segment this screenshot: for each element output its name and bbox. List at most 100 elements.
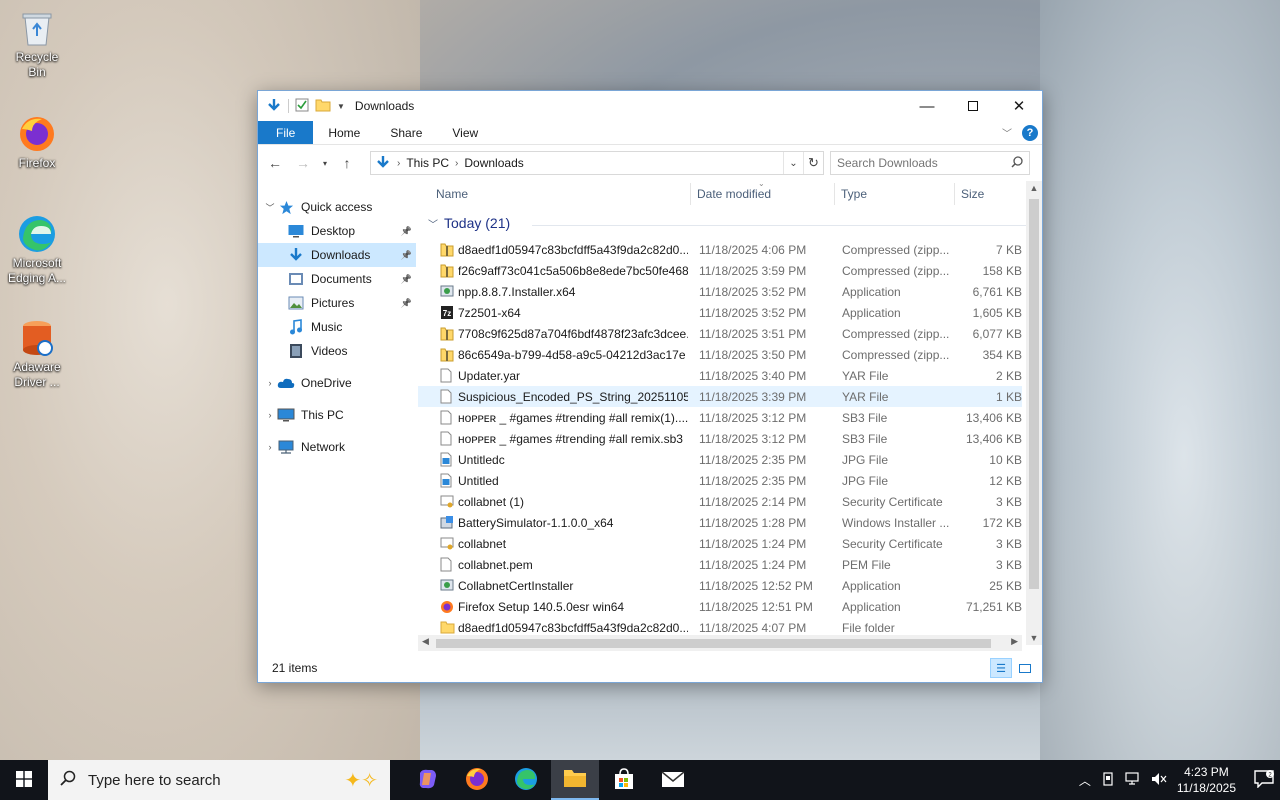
scroll-down-chevron-icon[interactable]: ▼: [1026, 633, 1042, 643]
tab-file[interactable]: File: [258, 121, 314, 144]
file-row[interactable]: Suspicious_Encoded_PS_String_20251105...…: [418, 386, 1022, 407]
show-hidden-icons-chevron-icon[interactable]: ︿: [1079, 772, 1091, 789]
refresh-icon[interactable]: ↻: [803, 152, 823, 174]
minimize-button[interactable]: —: [904, 91, 950, 121]
tab-share[interactable]: Share: [375, 121, 437, 144]
expand-chevron-icon[interactable]: ﹀: [263, 201, 277, 214]
new-folder-icon[interactable]: [315, 98, 331, 115]
file-row[interactable]: Untitled 11/18/2025 2:35 PM JPG File 12 KB: [418, 470, 1022, 491]
taskbar-store[interactable]: [600, 760, 648, 800]
column-divider[interactable]: [834, 183, 835, 205]
desktop-icon-edge[interactable]: Microsoft Edging A...: [6, 214, 68, 286]
search-icon: [1011, 155, 1023, 171]
expand-ribbon-chevron-icon[interactable]: ﹀: [1002, 125, 1012, 140]
group-label: Today (21): [444, 215, 511, 231]
column-date-modified[interactable]: Date modified: [697, 187, 771, 201]
file-row[interactable]: 7708c9f625d87a704f6bdf4878f23afc3dcee...…: [418, 323, 1022, 344]
taskbar-file-explorer[interactable]: [551, 760, 599, 800]
customize-toolbar-chevron-icon[interactable]: ▼: [337, 102, 345, 111]
start-button[interactable]: [0, 760, 48, 800]
search-input[interactable]: [837, 156, 1011, 170]
tab-home[interactable]: Home: [313, 121, 375, 144]
back-button[interactable]: ←: [264, 155, 286, 171]
scroll-up-chevron-icon[interactable]: ▲: [1026, 183, 1042, 193]
notifications-icon[interactable]: 2: [1254, 769, 1274, 791]
device-icon[interactable]: [1101, 771, 1115, 789]
forward-button[interactable]: →: [292, 155, 314, 171]
large-icons-view-button[interactable]: [1014, 658, 1036, 678]
help-icon[interactable]: ?: [1022, 124, 1038, 141]
scroll-right-chevron-icon[interactable]: ▶: [1011, 636, 1018, 647]
file-row[interactable]: ʜᴏᴘᴘᴇʀ _ #games #trending #all remix(1).…: [418, 407, 1022, 428]
nav-item-pictures[interactable]: Pictures 📌: [258, 291, 416, 315]
volume-muted-icon[interactable]: [1151, 772, 1167, 789]
file-row[interactable]: f26c9aff73c041c5a506b8e8ede7bc50fe468...…: [418, 260, 1022, 281]
file-row[interactable]: collabnet 11/18/2025 1:24 PM Security Cert…: [418, 533, 1022, 554]
taskbar-search[interactable]: Type here to search ✦✧: [48, 760, 390, 800]
scroll-left-chevron-icon[interactable]: ◀: [422, 636, 429, 647]
close-button[interactable]: ✕: [996, 91, 1042, 121]
properties-icon[interactable]: [295, 98, 309, 115]
nav-item-music[interactable]: Music: [258, 315, 416, 339]
up-button[interactable]: ↑: [336, 155, 358, 171]
breadcrumb-downloads[interactable]: Downloads: [464, 156, 523, 170]
taskbar-mail[interactable]: [649, 760, 697, 800]
group-header-today[interactable]: ﹀ Today (21): [428, 215, 1026, 231]
file-name: 86c6549a-b799-4d58-a9c5-04212d3ac17e: [458, 347, 686, 362]
title-bar[interactable]: ▼ Downloads — ✕: [258, 91, 1042, 121]
file-row[interactable]: d8aedf1d05947c83bcfdff5a43f9da2c82d0... 1…: [418, 239, 1022, 260]
horizontal-scroll-thumb[interactable]: [436, 639, 991, 648]
wallpaper-right: [1040, 0, 1280, 760]
address-bar[interactable]: › This PC › Downloads ⌄ ↻: [370, 151, 824, 175]
nav-item-quick-access[interactable]: ﹀ Quick access: [258, 195, 416, 219]
file-row[interactable]: Untitledc 11/18/2025 2:35 PM JPG File 10 KB: [418, 449, 1022, 470]
nav-item-videos[interactable]: Videos: [258, 339, 416, 363]
column-type[interactable]: Type: [841, 187, 867, 201]
column-divider[interactable]: [954, 183, 955, 205]
nav-item-desktop[interactable]: Desktop 📌: [258, 219, 416, 243]
tab-view[interactable]: View: [437, 121, 493, 144]
desktop-icon-firefox[interactable]: Firefox: [6, 114, 68, 171]
expand-chevron-icon[interactable]: ›: [263, 442, 277, 452]
nav-item-this-pc[interactable]: › This PC: [258, 403, 416, 427]
taskbar-edge[interactable]: [502, 760, 550, 800]
file-row[interactable]: npp.8.8.7.Installer.x64 11/18/2025 3:52 P…: [418, 281, 1022, 302]
file-row[interactable]: BatterySimulator-1.1.0.0_x64 11/18/2025 1…: [418, 512, 1022, 533]
clock[interactable]: 4:23 PM 11/18/2025: [1177, 764, 1236, 796]
column-size[interactable]: Size: [961, 187, 984, 201]
file-row[interactable]: CollabnetCertInstaller 11/18/2025 12:52 P…: [418, 575, 1022, 596]
address-dropdown-chevron-icon[interactable]: ⌄: [783, 152, 803, 174]
breadcrumb-this-pc[interactable]: This PC: [406, 156, 449, 170]
recent-locations-chevron-icon[interactable]: ▾: [320, 159, 330, 168]
network-icon[interactable]: [1125, 771, 1141, 789]
horizontal-scrollbar[interactable]: ◀ ▶: [418, 635, 1022, 651]
expand-chevron-icon[interactable]: ›: [263, 410, 277, 420]
taskbar-copilot[interactable]: [404, 760, 452, 800]
nav-item-onedrive[interactable]: › OneDrive: [258, 371, 416, 395]
expand-chevron-icon[interactable]: ›: [263, 378, 277, 388]
search-box[interactable]: [830, 151, 1030, 175]
collapse-group-chevron-icon[interactable]: ﹀: [428, 216, 438, 231]
file-row[interactable]: Updater.yar 11/18/2025 3:40 PM YAR File 2 K…: [418, 365, 1022, 386]
file-row[interactable]: collabnet (1) 11/18/2025 2:14 PM Security …: [418, 491, 1022, 512]
vertical-scroll-thumb[interactable]: [1029, 199, 1039, 589]
nav-item-downloads[interactable]: Downloads 📌: [258, 243, 416, 267]
file-row[interactable]: 86c6549a-b799-4d58-a9c5-04212d3ac17e 11/1…: [418, 344, 1022, 365]
file-type: YAR File: [842, 368, 889, 383]
desktop-icon-adaware[interactable]: Adaware Driver ...: [6, 318, 68, 390]
breadcrumb-separator-icon[interactable]: ›: [397, 158, 400, 169]
taskbar-firefox[interactable]: [453, 760, 501, 800]
maximize-button[interactable]: [950, 91, 996, 121]
desktop-icon-recycle-bin[interactable]: Recycle Bin: [6, 8, 68, 80]
details-view-button[interactable]: ☰: [990, 658, 1012, 678]
file-row[interactable]: ʜᴏᴘᴘᴇʀ _ #games #trending #all remix.sb3…: [418, 428, 1022, 449]
breadcrumb-separator-icon[interactable]: ›: [455, 158, 458, 169]
column-name[interactable]: Name: [436, 187, 468, 201]
nav-item-network[interactable]: › Network: [258, 435, 416, 459]
file-row[interactable]: Firefox Setup 140.5.0esr win64 11/18/2025…: [418, 596, 1022, 617]
nav-item-documents[interactable]: Documents 📌: [258, 267, 416, 291]
file-row[interactable]: collabnet.pem 11/18/2025 1:24 PM PEM File 3…: [418, 554, 1022, 575]
column-divider[interactable]: [690, 183, 691, 205]
vertical-scrollbar[interactable]: ▲ ▼: [1026, 181, 1042, 645]
file-row[interactable]: 7z 7z2501-x64 11/18/2025 3:52 PM Applicatio…: [418, 302, 1022, 323]
